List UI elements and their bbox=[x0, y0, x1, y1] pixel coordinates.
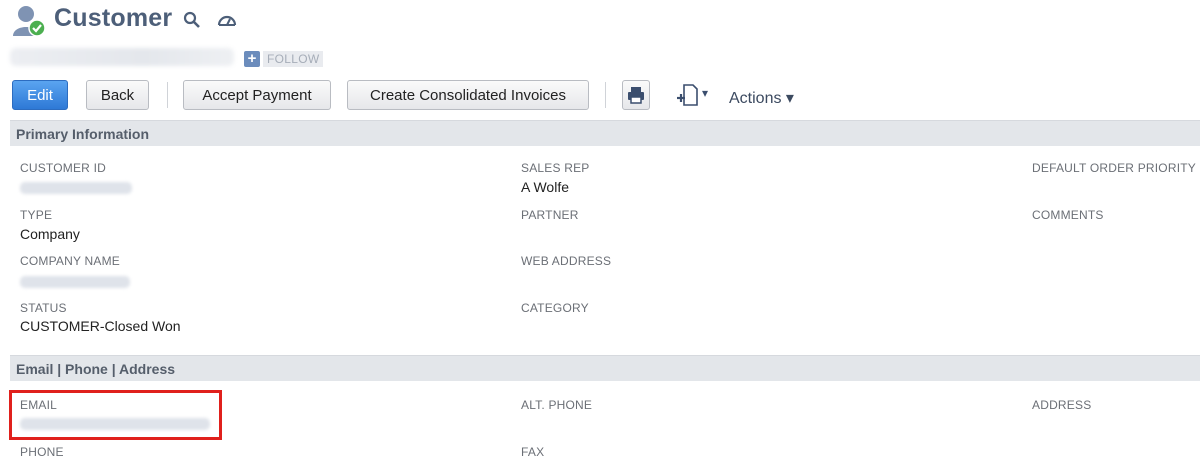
chevron-down-icon: ▾ bbox=[702, 86, 709, 100]
follow-button[interactable]: + FOLLOW bbox=[244, 51, 324, 67]
partner-label: PARTNER bbox=[521, 208, 579, 222]
edit-button[interactable]: Edit bbox=[12, 80, 68, 110]
customer-name-redacted bbox=[10, 48, 234, 66]
section-primary-information[interactable]: Primary Information bbox=[10, 120, 1200, 146]
fax-label: FAX bbox=[521, 445, 545, 459]
phone-label: PHONE bbox=[20, 445, 64, 459]
customer-id-label: CUSTOMER ID bbox=[20, 161, 106, 175]
sales-rep-value[interactable]: A Wolfe bbox=[521, 179, 569, 195]
type-label: TYPE bbox=[20, 208, 53, 222]
print-button[interactable] bbox=[622, 80, 650, 110]
accept-payment-button[interactable]: Accept Payment bbox=[183, 80, 331, 110]
sales-rep-label: SALES REP bbox=[521, 161, 590, 175]
follow-label: FOLLOW bbox=[263, 51, 324, 67]
new-document-menu[interactable]: ▾ bbox=[676, 84, 714, 106]
section-title: Primary Information bbox=[16, 126, 150, 142]
dashboard-icon[interactable] bbox=[217, 11, 237, 29]
search-icon[interactable] bbox=[183, 11, 201, 29]
plus-icon: + bbox=[244, 51, 260, 67]
company-name-label: COMPANY NAME bbox=[20, 254, 120, 268]
toolbar-divider bbox=[605, 82, 606, 108]
section-title: Email | Phone | Address bbox=[16, 361, 176, 377]
customer-icon bbox=[13, 6, 46, 37]
create-consolidated-invoices-button[interactable]: Create Consolidated Invoices bbox=[347, 80, 589, 110]
company-name-value bbox=[20, 276, 130, 288]
address-label: ADDRESS bbox=[1032, 398, 1092, 412]
status-label: STATUS bbox=[20, 301, 67, 315]
back-button[interactable]: Back bbox=[86, 80, 149, 110]
page-header: Customer bbox=[0, 0, 1200, 42]
comments-label: COMMENTS bbox=[1032, 208, 1104, 222]
type-value: Company bbox=[20, 226, 80, 242]
category-label: CATEGORY bbox=[521, 301, 589, 315]
status-value: CUSTOMER-Closed Won bbox=[20, 318, 181, 334]
print-icon bbox=[628, 87, 644, 104]
toolbar-divider bbox=[167, 82, 168, 108]
toolbar: Edit Back Accept Payment Create Consolid… bbox=[0, 78, 1200, 114]
web-address-label: WEB ADDRESS bbox=[521, 254, 612, 268]
default-order-priority-label: DEFAULT ORDER PRIORITY bbox=[1032, 161, 1196, 175]
page-title: Customer bbox=[54, 4, 173, 32]
customer-id-value bbox=[20, 182, 132, 194]
email-highlight-box bbox=[9, 390, 222, 440]
alt-phone-label: ALT. PHONE bbox=[521, 398, 593, 412]
section-email-phone-address[interactable]: Email | Phone | Address bbox=[10, 355, 1200, 381]
actions-menu[interactable]: Actions ▾ bbox=[729, 88, 794, 108]
new-document-icon bbox=[677, 84, 698, 106]
